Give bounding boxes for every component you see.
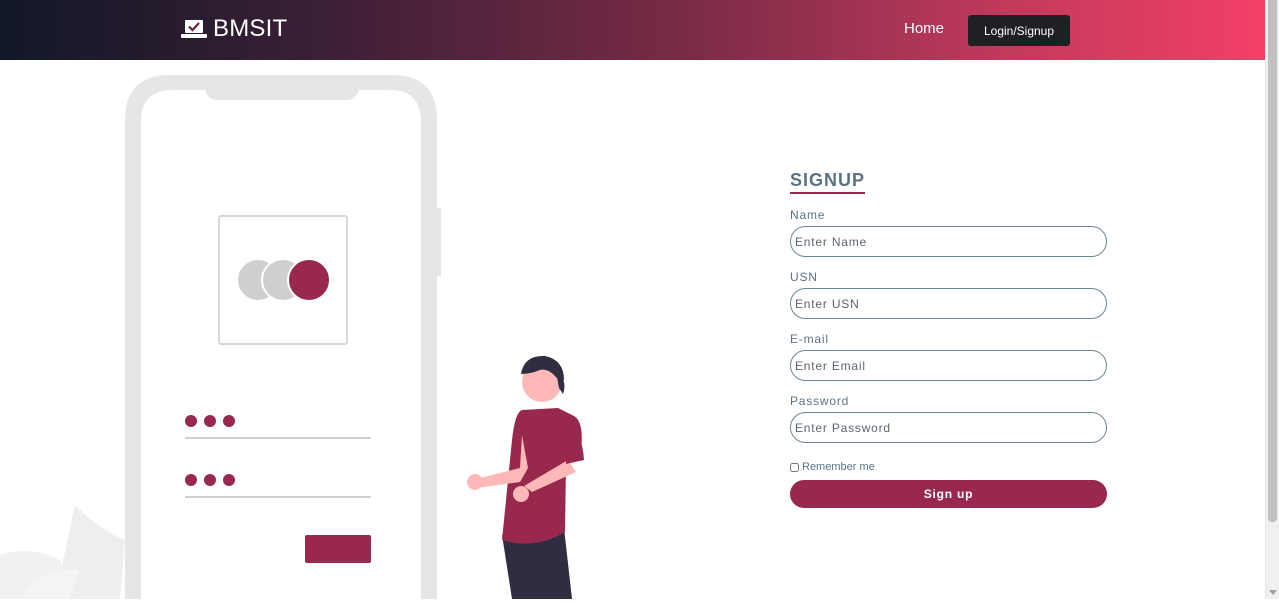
name-input[interactable] [790, 226, 1107, 257]
vertical-scrollbar[interactable] [1265, 0, 1279, 599]
signup-form: SIGNUP Name USN E-mail Password Remember… [790, 170, 1110, 508]
login-signup-button[interactable]: Login/Signup [968, 15, 1070, 46]
signup-button[interactable]: Sign up [790, 480, 1107, 508]
form-title: SIGNUP [790, 170, 866, 194]
remember-me-label: Remember me [802, 461, 875, 473]
usn-label: USN [790, 270, 818, 284]
name-label: Name [790, 208, 826, 222]
laptop-check-icon [181, 20, 207, 38]
password-label: Password [790, 394, 850, 408]
scroll-down-arrow-icon[interactable] [1269, 590, 1277, 595]
scrollbar-thumb[interactable] [1268, 0, 1277, 522]
top-navbar: BMSIT Home Login/Signup [0, 0, 1265, 60]
brand-name: BMSIT [213, 15, 288, 42]
nav-home-link[interactable]: Home [904, 20, 944, 37]
email-input[interactable] [790, 350, 1107, 381]
remember-me: Remember me [790, 461, 1110, 473]
leaf-decoration-icon [0, 505, 125, 599]
usn-input[interactable] [790, 288, 1107, 319]
password-input[interactable] [790, 412, 1107, 443]
remember-me-checkbox[interactable] [790, 462, 799, 472]
person-figure-icon [467, 355, 584, 599]
email-label: E-mail [790, 332, 829, 346]
brand[interactable]: BMSIT [181, 15, 287, 43]
signup-illustration [0, 60, 700, 599]
